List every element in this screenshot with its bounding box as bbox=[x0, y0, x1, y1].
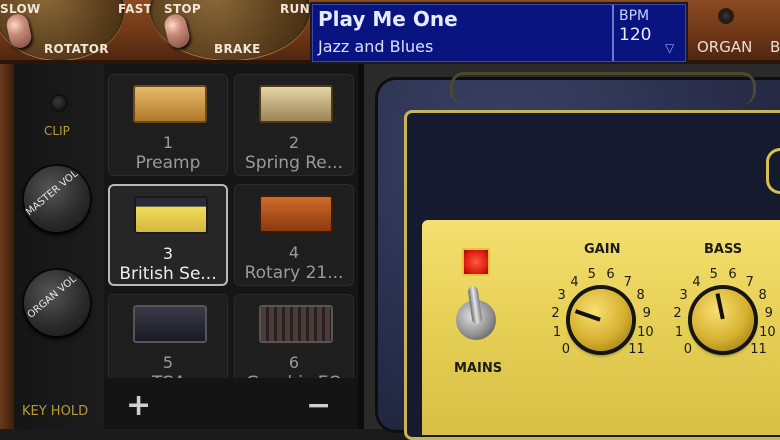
scale-tick-label: 10 bbox=[637, 324, 654, 340]
brake-label: BRAKE bbox=[214, 42, 261, 56]
scale-tick-label: 6 bbox=[728, 266, 737, 282]
rotator-fast-label: FAST bbox=[118, 2, 153, 16]
wood-trim bbox=[0, 64, 14, 429]
scale-tick-label: 11 bbox=[628, 341, 645, 357]
display-divider bbox=[612, 5, 614, 61]
amp-logo bbox=[766, 148, 780, 194]
preset-name: Preamp bbox=[135, 153, 201, 173]
scale-tick-label: 3 bbox=[679, 288, 688, 304]
bass-knob-pointer bbox=[715, 293, 725, 320]
preset-number: 5 bbox=[162, 353, 174, 372]
scale-tick-label: 7 bbox=[623, 274, 632, 290]
scale-tick-label: 11 bbox=[750, 341, 767, 357]
preset-name: British Se... bbox=[119, 264, 217, 284]
song-title: Play Me One bbox=[318, 7, 458, 31]
scale-tick-label: 2 bbox=[673, 306, 682, 322]
scale-tick-label: 1 bbox=[674, 324, 684, 340]
bpm-label: BPM bbox=[619, 8, 650, 24]
left-control-panel bbox=[0, 64, 104, 429]
preset-number: 3 bbox=[162, 244, 174, 263]
song-display[interactable]: Play Me One Jazz and Blues BPM 120 ▽ bbox=[312, 4, 686, 62]
scale-tick-label: 4 bbox=[570, 274, 579, 290]
scale-tick-label: 9 bbox=[642, 306, 651, 322]
organ-label-partial: B bbox=[770, 38, 780, 56]
preset-thumbnail bbox=[134, 196, 208, 234]
scale-tick-label: 6 bbox=[606, 266, 615, 282]
clip-led-icon bbox=[52, 96, 66, 110]
scale-tick-label: 10 bbox=[759, 324, 776, 340]
add-preset-button[interactable]: + bbox=[126, 388, 151, 423]
scale-tick-label: 5 bbox=[709, 266, 718, 282]
remove-preset-button[interactable]: − bbox=[306, 388, 331, 423]
preset-thumbnail bbox=[259, 195, 333, 233]
rotator-slow-label: SLOW bbox=[0, 2, 41, 16]
chevron-down-icon[interactable]: ▽ bbox=[665, 41, 674, 55]
clip-label: CLIP bbox=[44, 124, 70, 138]
brake-stop-label: STOP bbox=[164, 2, 202, 16]
preset-tile-3[interactable]: 3 British Se... bbox=[108, 184, 228, 286]
scale-tick-label: 2 bbox=[551, 306, 560, 322]
key-hold-button[interactable]: KEY HOLD bbox=[22, 404, 88, 419]
bass-label: BASS bbox=[704, 242, 743, 257]
preset-tile-1[interactable]: 1 Preamp bbox=[108, 74, 228, 176]
preset-grid: 1 Preamp 2 Spring Re... 3 British Se... … bbox=[104, 64, 358, 396]
preset-name: Spring Re... bbox=[245, 153, 343, 173]
organ-label[interactable]: ORGAN bbox=[697, 38, 752, 56]
preset-number: 2 bbox=[288, 133, 300, 152]
scale-tick-label: 5 bbox=[587, 266, 596, 282]
preset-number: 4 bbox=[288, 243, 300, 262]
preset-thumbnail bbox=[259, 305, 333, 343]
preset-number: 6 bbox=[288, 353, 300, 372]
preset-name: Rotary 21... bbox=[244, 263, 344, 283]
gain-knob-pointer bbox=[574, 309, 601, 322]
preset-tile-4[interactable]: 4 Rotary 21... bbox=[234, 184, 354, 286]
scale-tick-label: 0 bbox=[561, 341, 571, 357]
scale-tick-label: 3 bbox=[557, 288, 566, 304]
scale-tick-label: 4 bbox=[692, 274, 701, 290]
preset-thumbnail bbox=[133, 85, 207, 123]
amp-handle bbox=[450, 72, 756, 105]
preset-tile-2[interactable]: 2 Spring Re... bbox=[234, 74, 354, 176]
scale-tick-label: 7 bbox=[745, 274, 754, 290]
scale-tick-label: 1 bbox=[552, 324, 562, 340]
scale-tick-label: 8 bbox=[636, 288, 645, 304]
organ-led-icon bbox=[720, 10, 732, 22]
brake-run-label: RUN bbox=[280, 2, 310, 16]
rotator-label: ROTATOR bbox=[44, 42, 109, 56]
scale-tick-label: 9 bbox=[764, 306, 773, 322]
bass-knob[interactable] bbox=[692, 289, 754, 351]
preset-thumbnail bbox=[259, 85, 333, 123]
pilot-light-icon bbox=[462, 248, 490, 276]
mains-label: MAINS bbox=[454, 361, 503, 376]
preset-thumbnail bbox=[133, 305, 207, 343]
scale-tick-label: 0 bbox=[683, 341, 693, 357]
gain-label: GAIN bbox=[584, 242, 621, 257]
gain-knob[interactable] bbox=[570, 289, 632, 351]
song-genre: Jazz and Blues bbox=[318, 37, 434, 56]
master-volume-knob[interactable]: MASTER VOL bbox=[24, 166, 90, 232]
scale-tick-label: 8 bbox=[758, 288, 767, 304]
bpm-value[interactable]: 120 bbox=[619, 25, 651, 45]
preset-number: 1 bbox=[162, 133, 174, 152]
organ-volume-knob[interactable]: ORGAN VOL bbox=[24, 270, 90, 336]
